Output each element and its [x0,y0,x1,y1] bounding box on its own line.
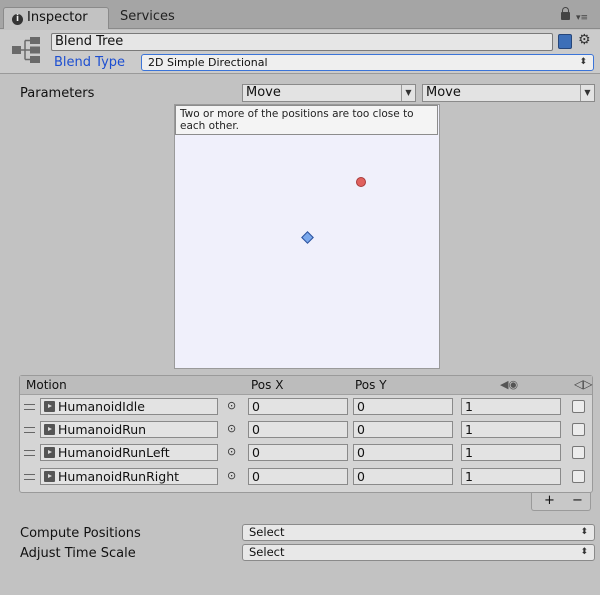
col-motion: Motion [26,378,67,392]
updown-arrows-icon: ⬍ [580,527,588,537]
object-picker-icon[interactable]: ⊙ [227,400,239,412]
animation-clip-icon [44,401,55,412]
pos-y-input[interactable]: 0 [353,468,453,485]
pos-x-input[interactable]: 0 [248,444,348,461]
parameters-label: Parameters [20,86,95,101]
animation-clip-icon [44,447,55,458]
updown-arrows-icon: ⬍ [579,57,587,67]
adjust-time-scale-select[interactable]: Select ⬍ [242,544,595,561]
dropdown-arrow-icon: ▼ [401,85,415,101]
parameter-x-select[interactable]: Move ▼ [242,84,416,102]
blend-position-point[interactable] [356,177,366,187]
remove-motion-button[interactable]: − [572,493,583,509]
blend-type-label: Blend Type [54,55,126,70]
lock-icon[interactable] [561,7,570,20]
object-picker-icon[interactable]: ⊙ [227,446,239,458]
time-scale-input[interactable]: 1 [461,398,561,415]
mirror-checkbox[interactable] [572,400,585,413]
tab-services[interactable]: Services [112,7,207,29]
list-footer: + − [531,493,591,511]
adjust-time-scale-label: Adjust Time Scale [20,546,136,561]
pos-y-input[interactable]: 0 [353,421,453,438]
pos-x-input[interactable]: 0 [248,398,348,415]
motion-clip-field[interactable]: HumanoidRunRight [40,468,218,485]
mirror-checkbox[interactable] [572,470,585,483]
motion-clip-field[interactable]: HumanoidIdle [40,398,218,415]
time-scale-input[interactable]: 1 [461,444,561,461]
col-pos-x: Pos X [251,378,284,392]
blend-type-select[interactable]: 2D Simple Directional ⬍ [141,54,594,71]
blend-tree-name-input[interactable]: Blend Tree [51,33,553,51]
help-book-icon[interactable] [558,34,572,49]
blend-tree-icon [12,37,40,63]
animation-clip-icon [44,471,55,482]
pos-x-input[interactable]: 0 [248,421,348,438]
motion-clip-field[interactable]: HumanoidRun [40,421,218,438]
mirror-icon: ◁▷ [574,377,593,391]
tab-inspector[interactable]: i Inspector [3,7,109,29]
add-motion-button[interactable]: + [544,493,555,509]
pos-y-input[interactable]: 0 [353,444,453,461]
compute-positions-select[interactable]: Select ⬍ [242,524,595,541]
time-scale-input[interactable]: 1 [461,468,561,485]
info-icon: i [12,14,23,25]
graph-warning: Two or more of the positions are too clo… [175,105,438,135]
updown-arrows-icon: ⬍ [580,547,588,557]
time-scale-icon: ◀◉ [500,378,519,391]
col-pos-y: Pos Y [355,378,387,392]
object-picker-icon[interactable]: ⊙ [227,470,239,482]
row-drag-handle[interactable] [24,427,35,433]
animation-clip-icon [44,424,55,435]
compute-positions-label: Compute Positions [20,526,141,541]
object-picker-icon[interactable]: ⊙ [227,423,239,435]
pos-x-input[interactable]: 0 [248,468,348,485]
tab-menu-icon[interactable]: ▾≡ [576,13,594,23]
row-drag-handle[interactable] [24,450,35,456]
mirror-checkbox[interactable] [572,423,585,436]
motion-clip-field[interactable]: HumanoidRunLeft [40,444,218,461]
pos-y-input[interactable]: 0 [353,398,453,415]
time-scale-input[interactable]: 1 [461,421,561,438]
dropdown-arrow-icon: ▼ [580,85,594,101]
row-drag-handle[interactable] [24,474,35,480]
row-drag-handle[interactable] [24,404,35,410]
parameter-y-select[interactable]: Move ▼ [422,84,595,102]
mirror-checkbox[interactable] [572,446,585,459]
gear-icon[interactable]: ⚙ [578,32,591,48]
